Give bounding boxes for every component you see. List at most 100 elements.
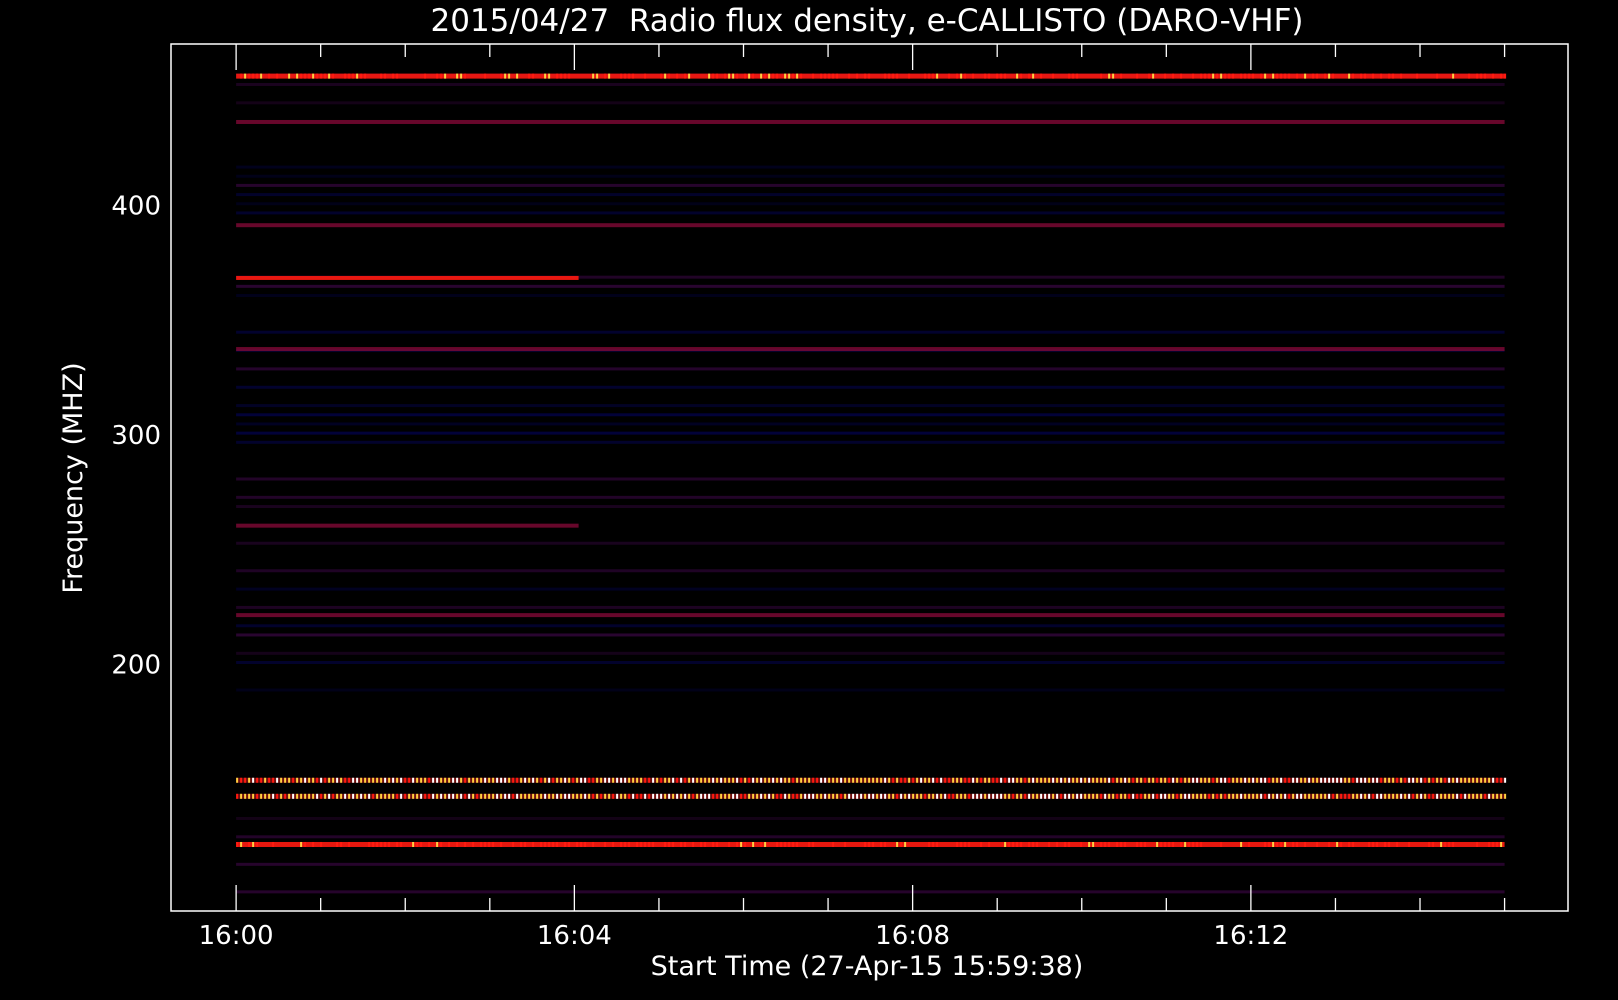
speckle xyxy=(604,777,607,783)
speckle xyxy=(548,841,551,847)
speckle xyxy=(1504,73,1507,79)
texture-band xyxy=(236,367,1505,371)
speckle xyxy=(960,777,963,783)
speckle xyxy=(888,777,891,783)
speckle xyxy=(864,73,867,79)
speckle xyxy=(544,777,547,783)
speckle xyxy=(396,73,399,79)
speckle xyxy=(592,841,595,847)
speckle xyxy=(1496,777,1499,783)
speckle xyxy=(304,841,307,847)
speckle xyxy=(368,777,371,783)
speckle xyxy=(964,777,967,783)
speckle xyxy=(240,793,243,799)
speckle xyxy=(996,793,999,799)
speckle xyxy=(1400,793,1403,799)
speckle xyxy=(828,777,831,783)
speckle xyxy=(1276,793,1279,799)
speckle xyxy=(1028,793,1031,799)
speckle xyxy=(1356,793,1359,799)
speckle xyxy=(832,841,835,847)
speckle xyxy=(1152,73,1155,79)
speckle xyxy=(432,777,435,783)
speckle xyxy=(1184,777,1187,783)
texture-band xyxy=(236,495,1505,499)
speckle xyxy=(576,777,579,783)
speckle xyxy=(380,777,383,783)
speckle xyxy=(852,793,855,799)
speckle xyxy=(780,841,783,847)
speckle xyxy=(1192,793,1195,799)
speckle xyxy=(1396,841,1399,847)
speckle xyxy=(276,793,279,799)
speckle xyxy=(960,793,963,799)
speckle xyxy=(692,841,695,847)
speckle xyxy=(700,793,703,799)
speckle xyxy=(708,777,711,783)
speckle xyxy=(1500,793,1503,799)
speckle xyxy=(324,73,327,79)
speckle xyxy=(1408,793,1411,799)
speckle xyxy=(1492,777,1495,783)
speckle xyxy=(760,793,763,799)
speckle xyxy=(544,73,547,79)
speckle xyxy=(1332,777,1335,783)
band-body xyxy=(236,793,1505,799)
speckle xyxy=(1164,793,1167,799)
speckle xyxy=(304,73,307,79)
speckle xyxy=(1068,777,1071,783)
speckle xyxy=(908,777,911,783)
speckle xyxy=(1340,777,1343,783)
speckle xyxy=(672,777,675,783)
speckle xyxy=(448,777,451,783)
speckle xyxy=(880,777,883,783)
speckle xyxy=(1348,793,1351,799)
speckle xyxy=(536,793,539,799)
speckle xyxy=(1384,793,1387,799)
speckle xyxy=(340,841,343,847)
speckle xyxy=(880,793,883,799)
speckle xyxy=(1232,777,1235,783)
speckle xyxy=(832,777,835,783)
speckle xyxy=(568,793,571,799)
speckle xyxy=(412,841,415,847)
speckle xyxy=(628,777,631,783)
speckle xyxy=(784,777,787,783)
speckle xyxy=(760,73,763,79)
speckle xyxy=(1056,841,1059,847)
speckle xyxy=(652,777,655,783)
speckle xyxy=(552,793,555,799)
speckle xyxy=(1184,841,1187,847)
speckle xyxy=(236,841,239,847)
speckle xyxy=(260,777,263,783)
speckle xyxy=(1096,793,1099,799)
speckle xyxy=(1364,793,1367,799)
speckle xyxy=(1476,793,1479,799)
speckle xyxy=(712,777,715,783)
speckle xyxy=(836,793,839,799)
speckle xyxy=(1260,73,1263,79)
speckle xyxy=(436,777,439,783)
speckle xyxy=(596,777,599,783)
speckle xyxy=(1440,793,1443,799)
speckle xyxy=(676,777,679,783)
speckle xyxy=(608,777,611,783)
speckle xyxy=(712,73,715,79)
speckle xyxy=(544,841,547,847)
speckle xyxy=(372,841,375,847)
speckle xyxy=(1336,841,1339,847)
speckle xyxy=(1300,793,1303,799)
speckle xyxy=(704,841,707,847)
speckle xyxy=(1092,841,1095,847)
speckle xyxy=(1332,793,1335,799)
band-body xyxy=(236,523,579,528)
speckle xyxy=(456,793,459,799)
speckle xyxy=(328,777,331,783)
speckle xyxy=(1168,793,1171,799)
speckle xyxy=(456,777,459,783)
speckle xyxy=(1380,793,1383,799)
speckle xyxy=(1272,73,1275,79)
speckle xyxy=(1416,73,1419,79)
speckle xyxy=(1476,841,1479,847)
speckle xyxy=(788,73,791,79)
